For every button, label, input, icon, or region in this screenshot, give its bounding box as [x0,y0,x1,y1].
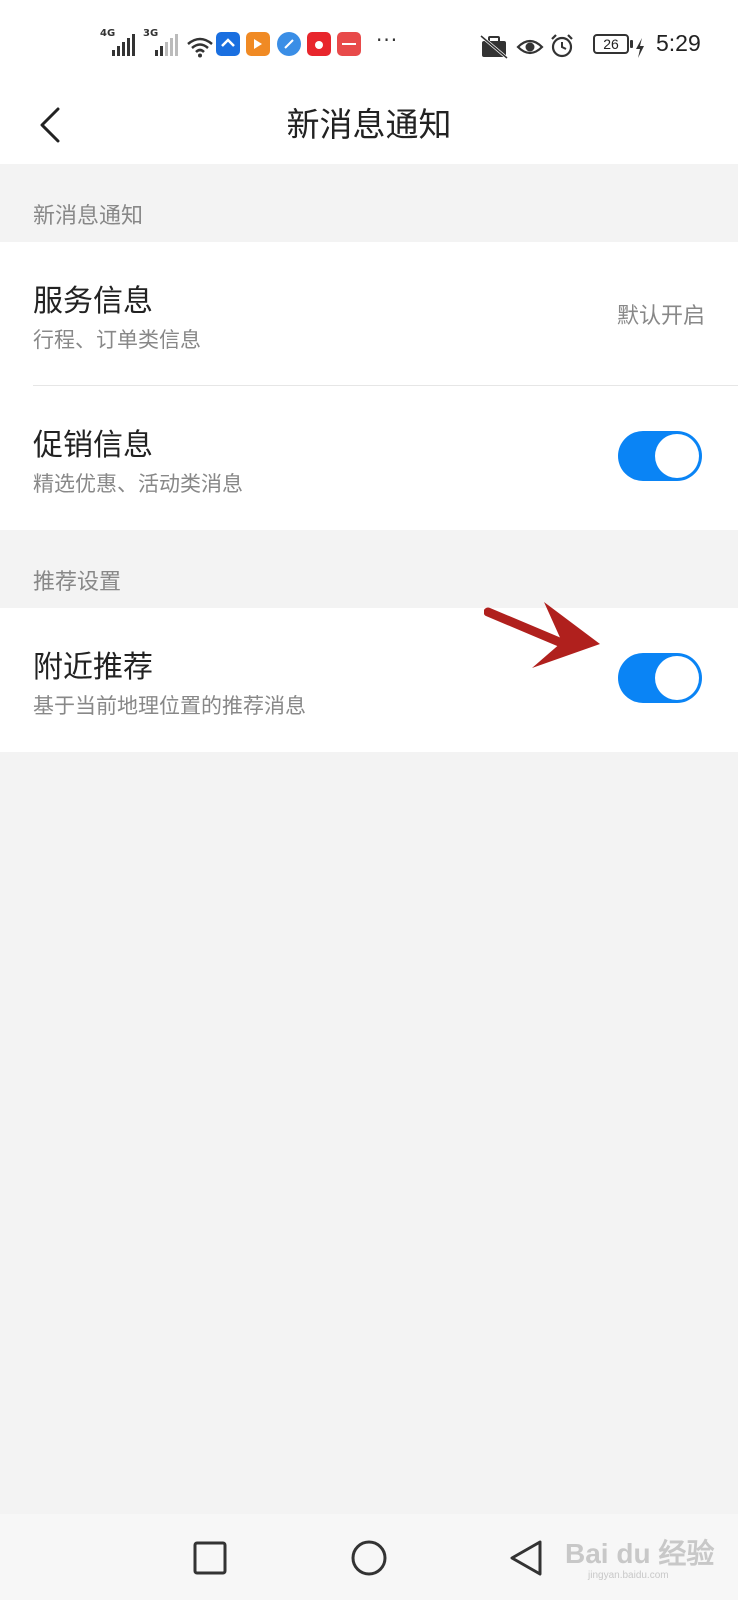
eye-icon [516,32,544,62]
home-button[interactable] [347,1536,391,1580]
section-label-recommend: 推荐设置 [33,570,122,595]
row-title: 附近推荐 [33,650,153,685]
row-title: 促销信息 [33,428,153,463]
service-info-row: 服务信息 行程、订单类信息 默认开启 [0,242,738,386]
nearby-recommend-row: 附近推荐 基于当前地理位置的推荐消息 [0,608,738,752]
promotion-info-row: 促销信息 精选优惠、活动类消息 [0,386,738,530]
baidu-watermark: Bai du 经验 [565,1538,715,1569]
app-icon-browser [277,32,301,56]
app-icon-taobao [307,32,331,56]
row-title: 服务信息 [33,284,153,319]
app-icon-huawei [337,32,361,56]
status-bar: 4G 3G ··· 26 5:29 [0,0,738,88]
page-header: 新消息通知 [0,88,738,164]
status-time: 5:29 [656,30,701,56]
toggle-knob [655,656,699,700]
more-notifications-icon: ··· [376,28,399,52]
row-subtitle: 基于当前地理位置的推荐消息 [33,694,306,718]
section-label-notifications: 新消息通知 [33,204,144,229]
battery-icon: 26 [593,34,633,54]
row-subtitle: 行程、订单类信息 [33,328,201,352]
wifi-icon [186,32,214,62]
row-status-value: 默认开启 [616,304,705,329]
signal-3g-icon: 3G [143,28,178,60]
app-icon-blue [216,32,240,56]
promotion-toggle-switch[interactable] [618,431,702,481]
signal-4g-icon: 4G [100,28,135,60]
triangle-back-icon [510,1540,542,1576]
recent-apps-button[interactable] [188,1536,232,1580]
circle-icon [351,1540,387,1576]
baidu-watermark-url: jingyan.baidu.com [588,1570,669,1581]
dnd-icon [480,32,508,62]
row-subtitle: 精选优惠、活动类消息 [33,472,243,496]
alarm-icon [549,31,575,61]
page-title: 新消息通知 [286,105,452,144]
charging-icon [634,33,646,63]
red-arrow-annotation-icon [484,602,600,668]
back-nav-button[interactable] [504,1536,548,1580]
app-icon-orange [246,32,270,56]
nearby-toggle-switch[interactable] [618,653,702,703]
toggle-knob [655,434,699,478]
square-icon [193,1541,227,1575]
